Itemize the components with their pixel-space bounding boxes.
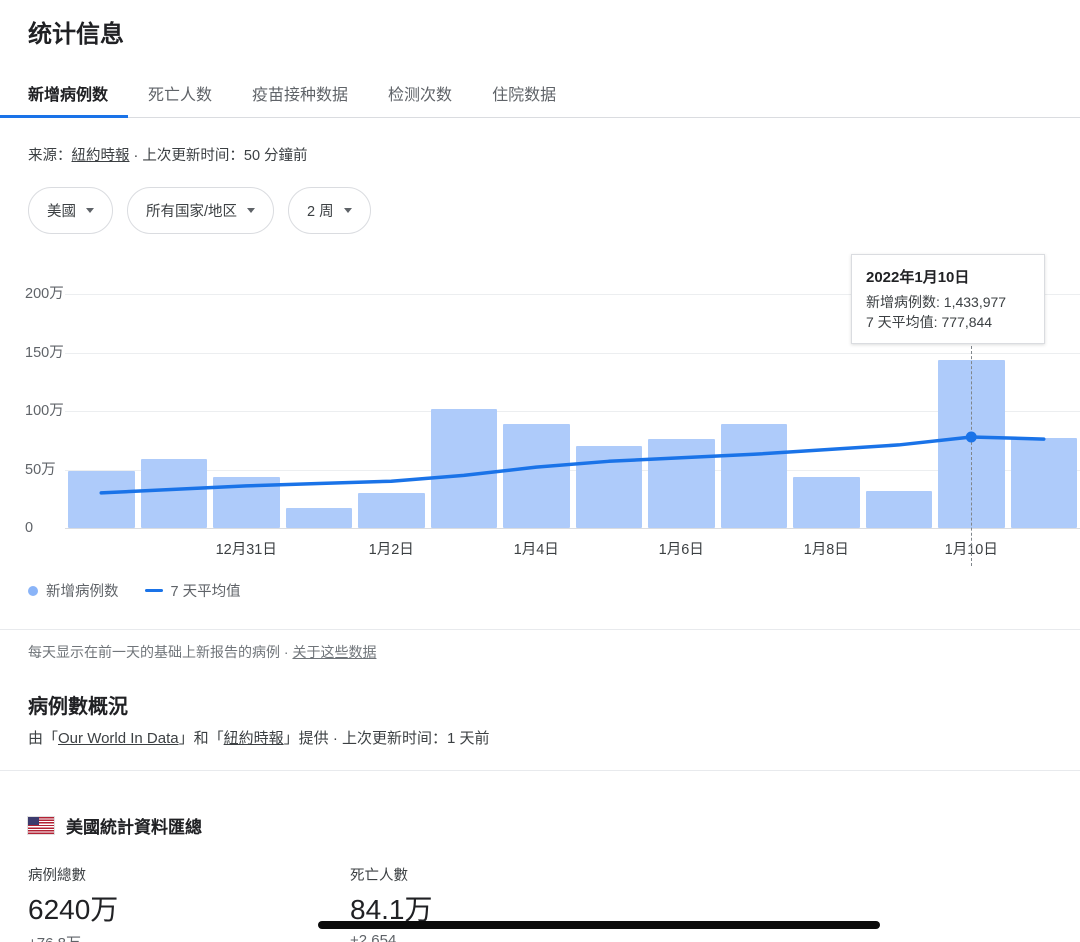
highlight-dot: [966, 431, 977, 442]
tab-1[interactable]: 新增病例数: [0, 70, 128, 118]
tooltip-seven-day-avg: 7 天平均值: 777,844: [866, 312, 1030, 332]
x-axis-label: 1月8日: [776, 538, 876, 559]
stat-label: 死亡人數: [350, 864, 672, 885]
footnote-text: 每天显示在前一天的基础上新报告的病例: [28, 644, 280, 660]
stat-column-2: 死亡人數84.1万+2,654: [350, 864, 672, 942]
chart-footnote: 每天显示在前一天的基础上新报告的病例 · 关于这些数据: [28, 642, 1052, 662]
filter-dropdown-label: 所有国家/地区: [146, 200, 237, 221]
average-line-icon: [145, 589, 163, 592]
stat-label: 病例總數: [28, 864, 350, 885]
cases-dot-icon: [28, 586, 38, 596]
tab-2[interactable]: 死亡人数: [128, 70, 232, 118]
source-link[interactable]: 紐約時報: [72, 148, 130, 164]
filter-dropdown-label: 美國: [47, 200, 76, 221]
filter-dropdown-label: 2 周: [307, 200, 334, 221]
filter-dropdown-2[interactable]: 所有国家/地区: [127, 187, 274, 234]
cases-overview-title: 病例數概況: [28, 690, 1080, 719]
footnote-separator: ·: [280, 644, 292, 660]
about-data-link[interactable]: 关于这些数据: [292, 644, 376, 660]
y-axis-label: 200万: [25, 284, 64, 304]
legend-label: 新增病例数: [46, 580, 119, 601]
y-axis-label: 100万: [25, 401, 64, 421]
legend-item-2: 7 天平均值: [145, 580, 241, 601]
provider-prefix: 由「: [28, 730, 58, 747]
summary-stats: 病例總數 6240万 +76.8万死亡人數84.1万+2,654: [28, 864, 1052, 942]
nyt-link[interactable]: 紐約時報: [224, 730, 284, 747]
stats-tab-bar: 新增病例数死亡人数疫苗接种数据检测次数住院数据: [0, 70, 1080, 118]
x-axis-label: 1月2日: [341, 538, 441, 559]
owid-link[interactable]: Our World In Data: [58, 730, 179, 747]
chart-legend: 新增病例数 7 天平均值: [28, 580, 1080, 601]
us-flag-icon: [28, 817, 54, 834]
provider-line: 由「Our World In Data」和「紐約時報」提供 · 上次更新时间：1…: [28, 727, 1052, 748]
filter-dropdown-3[interactable]: 2 周: [288, 187, 371, 234]
x-axis-label: 1月6日: [631, 538, 731, 559]
y-axis-label: 150万: [25, 343, 64, 363]
page-title: 统计信息: [28, 20, 1080, 50]
bottom-divider-bar: [318, 921, 880, 929]
legend-label: 7 天平均值: [171, 580, 241, 601]
tab-4[interactable]: 检测次数: [368, 70, 472, 118]
x-axis-label: 1月4日: [486, 538, 586, 559]
divider: [0, 770, 1080, 771]
tooltip-new-cases: 新增病例数: 1,433,977: [866, 292, 1030, 312]
stat-column-1: 病例總數 6240万 +76.8万: [28, 864, 350, 942]
stat-value: 6240万: [28, 893, 350, 927]
summary-header: 美國統計資料匯總: [28, 813, 1080, 838]
chevron-down-icon: [247, 208, 255, 213]
tab-3[interactable]: 疫苗接种数据: [232, 70, 368, 118]
tooltip-date: 2022年1月10日: [866, 266, 1030, 287]
filter-dropdown-1[interactable]: 美國: [28, 187, 113, 234]
source-updated: · 上次更新时间：50 分鐘前: [130, 148, 308, 164]
source-line: 来源：紐約時報 · 上次更新时间：50 分鐘前: [28, 144, 1052, 165]
x-axis-label: 12月31日: [196, 538, 296, 559]
divider: [0, 629, 1080, 630]
stat-delta: +2,654: [350, 932, 672, 942]
y-axis-label: 50万: [25, 460, 56, 480]
tab-5[interactable]: 住院数据: [472, 70, 576, 118]
legend-item-1: 新增病例数: [28, 580, 119, 601]
stat-delta: +76.8万: [28, 932, 350, 942]
filter-row: 美國 所有国家/地区 2 周: [28, 187, 1052, 234]
covid-statistics-page: 统计信息 新增病例数死亡人数疫苗接种数据检测次数住院数据 来源：紐約時報 · 上…: [0, 20, 1080, 942]
provider-suffix: 」提供 · 上次更新时间：1 天前: [284, 730, 490, 747]
gridline: [65, 528, 1080, 529]
new-cases-chart: 2022年1月10日 新增病例数: 1,433,977 7 天平均值: 777,…: [0, 254, 1080, 566]
chevron-down-icon: [86, 208, 94, 213]
source-prefix: 来源：: [28, 148, 72, 164]
y-axis-label: 0: [25, 518, 33, 538]
summary-title: 美國統計資料匯總: [66, 813, 202, 838]
chart-tooltip: 2022年1月10日 新增病例数: 1,433,977 7 天平均值: 777,…: [851, 254, 1045, 344]
provider-mid: 」和「: [179, 730, 224, 747]
chevron-down-icon: [344, 208, 352, 213]
